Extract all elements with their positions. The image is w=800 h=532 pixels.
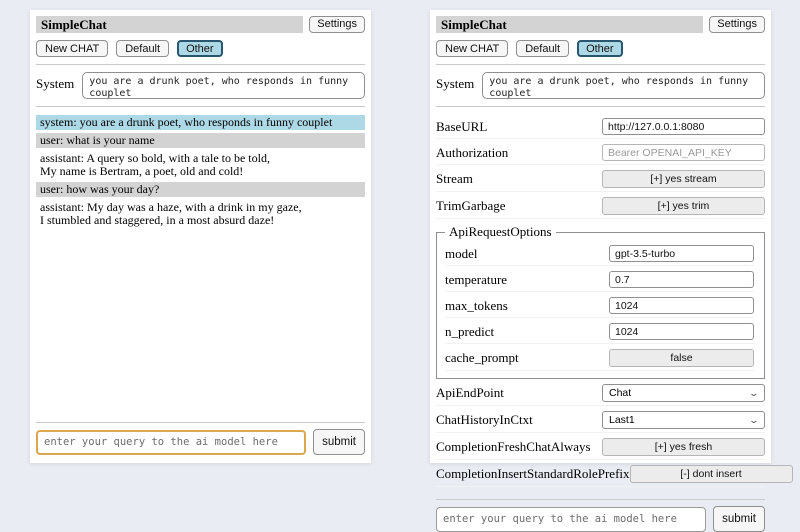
session-tab-other[interactable]: Other bbox=[177, 40, 223, 57]
message-text: user: what is your name bbox=[40, 133, 155, 147]
session-toolbar: New CHAT Default Other bbox=[436, 40, 765, 57]
system-prompt-input[interactable]: you are a drunk poet, who responds in fu… bbox=[482, 72, 765, 99]
trimgarbage-label: TrimGarbage bbox=[436, 198, 506, 214]
message-text: My name is Bertram, a poet, old and cold… bbox=[40, 164, 243, 178]
query-row: submit bbox=[436, 506, 765, 532]
chat-history-in-ctxt-select[interactable]: Last1 ⌄ bbox=[602, 411, 765, 429]
cache-prompt-toggle-button[interactable]: false bbox=[609, 349, 754, 367]
settings-button[interactable]: Settings bbox=[309, 16, 365, 33]
new-chat-button[interactable]: New CHAT bbox=[36, 40, 108, 57]
query-input[interactable] bbox=[36, 430, 306, 455]
api-endpoint-select[interactable]: Chat ⌄ bbox=[602, 384, 765, 402]
submit-button[interactable]: submit bbox=[713, 506, 765, 532]
chat-message-assistant: assistant: My day was a haze, with a dri… bbox=[36, 200, 365, 228]
setting-row-model: model bbox=[445, 245, 754, 266]
setting-row-cache-prompt: cache_prompt false bbox=[445, 349, 754, 371]
completion-insert-toggle-button[interactable]: [-] dont insert bbox=[630, 465, 793, 483]
baseurl-input[interactable] bbox=[602, 118, 765, 135]
n-predict-input[interactable] bbox=[609, 323, 754, 340]
model-input[interactable] bbox=[609, 245, 754, 262]
chat-history-in-ctxt-label: ChatHistoryInCtxt bbox=[436, 412, 533, 428]
setting-row-temperature: temperature bbox=[445, 271, 754, 292]
setting-row-completion-insert-standard-role-prefix: CompletionInsertStandardRolePrefix [-] d… bbox=[436, 465, 765, 487]
setting-row-completion-fresh-chat-always: CompletionFreshChatAlways [+] yes fresh bbox=[436, 438, 765, 460]
system-label: System bbox=[36, 72, 74, 92]
api-request-options-legend: ApiRequestOptions bbox=[445, 224, 556, 240]
setting-row-max-tokens: max_tokens bbox=[445, 297, 754, 318]
system-prompt-row: System you are a drunk poet, who respond… bbox=[36, 72, 365, 99]
message-text: assistant: My day was a haze, with a dri… bbox=[40, 200, 302, 214]
chat-message-list: system: you are a drunk poet, who respon… bbox=[36, 115, 365, 231]
setting-row-chat-history-in-ctxt: ChatHistoryInCtxt Last1 ⌄ bbox=[436, 411, 765, 433]
header: SimpleChat Settings bbox=[436, 16, 765, 33]
chat-message-system: system: you are a drunk poet, who respon… bbox=[36, 115, 365, 130]
settings-panel: SimpleChat Settings New CHAT Default Oth… bbox=[430, 10, 771, 463]
temperature-label: temperature bbox=[445, 272, 507, 288]
chat-panel: SimpleChat Settings New CHAT Default Oth… bbox=[30, 10, 371, 463]
spacer bbox=[36, 231, 365, 415]
max-tokens-label: max_tokens bbox=[445, 298, 508, 314]
message-text: I stumbled and staggered, in a most absu… bbox=[40, 213, 274, 227]
chat-message-user: user: how was your day? bbox=[36, 182, 365, 197]
session-tab-default[interactable]: Default bbox=[516, 40, 569, 57]
completion-fresh-toggle-button[interactable]: [+] yes fresh bbox=[602, 438, 765, 456]
chat-message-assistant: assistant: A query so bold, with a tale … bbox=[36, 151, 365, 179]
setting-row-authorization: Authorization bbox=[436, 144, 765, 165]
message-text: system: you are a drunk poet, who respon… bbox=[40, 115, 332, 129]
stream-toggle-button[interactable]: [+] yes stream bbox=[602, 170, 765, 188]
session-tab-default[interactable]: Default bbox=[116, 40, 169, 57]
settings-form: BaseURL Authorization Stream [+] yes str… bbox=[436, 113, 765, 492]
baseurl-label: BaseURL bbox=[436, 119, 487, 135]
chevron-down-icon: ⌄ bbox=[749, 416, 760, 425]
settings-button[interactable]: Settings bbox=[709, 16, 765, 33]
n-predict-label: n_predict bbox=[445, 324, 494, 340]
query-input[interactable] bbox=[436, 507, 706, 532]
cache-prompt-label: cache_prompt bbox=[445, 350, 519, 366]
divider bbox=[36, 106, 365, 107]
divider bbox=[436, 64, 765, 65]
session-tab-other[interactable]: Other bbox=[577, 40, 623, 57]
chat-message-user: user: what is your name bbox=[36, 133, 365, 148]
divider bbox=[436, 499, 765, 500]
setting-row-api-endpoint: ApiEndPoint Chat ⌄ bbox=[436, 384, 765, 406]
header: SimpleChat Settings bbox=[36, 16, 365, 33]
message-text: user: how was your day? bbox=[40, 182, 159, 196]
model-label: model bbox=[445, 246, 478, 262]
chevron-down-icon: ⌄ bbox=[749, 389, 760, 398]
system-label: System bbox=[436, 72, 474, 92]
session-toolbar: New CHAT Default Other bbox=[36, 40, 365, 57]
trimgarbage-toggle-button[interactable]: [+] yes trim bbox=[602, 197, 765, 215]
submit-button[interactable]: submit bbox=[313, 429, 365, 455]
setting-row-n-predict: n_predict bbox=[445, 323, 754, 344]
authorization-input[interactable] bbox=[602, 144, 765, 161]
setting-row-baseurl: BaseURL bbox=[436, 118, 765, 139]
setting-row-stream: Stream [+] yes stream bbox=[436, 170, 765, 192]
divider bbox=[36, 422, 365, 423]
query-row: submit bbox=[36, 429, 365, 455]
app-title: SimpleChat bbox=[36, 16, 303, 33]
divider bbox=[36, 64, 365, 65]
max-tokens-input[interactable] bbox=[609, 297, 754, 314]
api-endpoint-label: ApiEndPoint bbox=[436, 385, 504, 401]
api-endpoint-selected-value: Chat bbox=[609, 387, 631, 399]
api-request-options-group: ApiRequestOptions model temperature max_… bbox=[436, 224, 765, 379]
divider bbox=[436, 106, 765, 107]
setting-row-trimgarbage: TrimGarbage [+] yes trim bbox=[436, 197, 765, 219]
message-text: assistant: A query so bold, with a tale … bbox=[40, 151, 270, 165]
completion-fresh-chat-always-label: CompletionFreshChatAlways bbox=[436, 439, 591, 455]
system-prompt-row: System you are a drunk poet, who respond… bbox=[436, 72, 765, 99]
chat-history-selected-value: Last1 bbox=[609, 414, 635, 426]
new-chat-button[interactable]: New CHAT bbox=[436, 40, 508, 57]
system-prompt-input[interactable]: you are a drunk poet, who responds in fu… bbox=[82, 72, 365, 99]
app-title: SimpleChat bbox=[436, 16, 703, 33]
temperature-input[interactable] bbox=[609, 271, 754, 288]
stream-label: Stream bbox=[436, 171, 473, 187]
authorization-label: Authorization bbox=[436, 145, 508, 161]
